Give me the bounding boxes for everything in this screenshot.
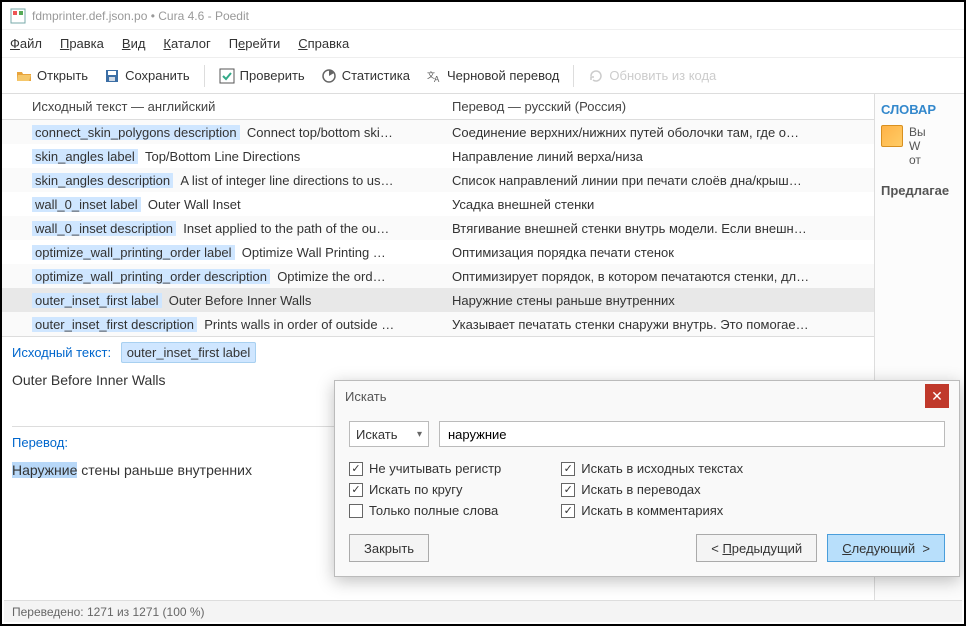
find-dialog: Искать ✕ Искать ▾ ✓Не учитывать регистр … (334, 380, 960, 577)
menu-edit[interactable]: Правка (60, 36, 104, 51)
save-button[interactable]: Сохранить (98, 64, 196, 88)
source-key: outer_inset_first label (121, 342, 257, 363)
menu-catalog[interactable]: Каталог (163, 36, 210, 51)
chevron-down-icon: ▾ (417, 429, 422, 440)
find-prev-button[interactable]: < Предыдущий (696, 534, 817, 562)
folder-open-icon (16, 68, 32, 84)
suggest-heading: Предлагае (881, 183, 958, 198)
check-button[interactable]: Проверить (213, 64, 311, 88)
find-next-button[interactable]: Следующий > (827, 534, 945, 562)
menu-help[interactable]: Справка (298, 36, 349, 51)
dictionary-heading: СЛОВАР (881, 102, 958, 117)
floppy-icon (104, 68, 120, 84)
table-row[interactable]: skin_angles label Top/Bottom Line Direct… (2, 144, 874, 168)
svg-text:A: A (434, 75, 440, 84)
translate-icon: 文A (426, 68, 442, 84)
update-button: Обновить из кода (582, 64, 722, 88)
check-icon (219, 68, 235, 84)
pretranslate-button[interactable]: 文A Черновой перевод (420, 64, 565, 88)
table-row[interactable]: outer_inset_first label Outer Before Inn… (2, 288, 874, 312)
find-input[interactable] (439, 421, 945, 447)
check-in-trans[interactable]: ✓Искать в переводах (561, 482, 743, 497)
find-title: Искать (345, 389, 387, 404)
refresh-icon (588, 68, 604, 84)
open-button[interactable]: Открыть (10, 64, 94, 88)
dict-icon (881, 125, 903, 147)
table-header: Исходный текст — английский Перевод — ру… (2, 94, 874, 120)
table-row[interactable]: optimize_wall_printing_order label Optim… (2, 240, 874, 264)
col-source[interactable]: Исходный текст — английский (2, 99, 442, 114)
source-label: Исходный текст: (12, 345, 111, 360)
find-close-button[interactable]: Закрыть (349, 534, 429, 562)
check-whole[interactable]: Только полные слова (349, 503, 501, 518)
find-mode-select[interactable]: Искать ▾ (349, 421, 429, 447)
close-button[interactable]: ✕ (925, 384, 949, 408)
table-row[interactable]: optimize_wall_printing_order description… (2, 264, 874, 288)
toolbar-separator (573, 65, 574, 87)
statusbar: Переведено: 1271 из 1271 (100 %) (4, 600, 962, 622)
menu-go[interactable]: Перейти (229, 36, 281, 51)
table-row[interactable]: connect_skin_polygons description Connec… (2, 120, 874, 144)
menubar: Файл Правка Вид Каталог Перейти Справка (2, 30, 964, 58)
check-in-source[interactable]: ✓Искать в исходных текстах (561, 461, 743, 476)
toolbar: Открыть Сохранить Проверить Статистика 文… (2, 58, 964, 94)
menu-file[interactable]: Файл (10, 36, 42, 51)
check-wrap[interactable]: ✓Искать по кругу (349, 482, 501, 497)
menu-view[interactable]: Вид (122, 36, 146, 51)
titlebar: fdmprinter.def.json.po • Cura 4.6 - Poed… (2, 2, 964, 30)
table-row[interactable]: outer_inset_first description Prints wal… (2, 312, 874, 336)
col-translation[interactable]: Перевод — русский (Россия) (442, 99, 874, 114)
window-title: fdmprinter.def.json.po • Cura 4.6 - Poed… (32, 9, 249, 23)
pie-icon (321, 68, 337, 84)
status-text: Переведено: 1271 из 1271 (100 %) (12, 605, 205, 619)
close-icon: ✕ (931, 388, 943, 405)
table-row[interactable]: wall_0_inset label Outer Wall InsetУсадк… (2, 192, 874, 216)
stats-button[interactable]: Статистика (315, 64, 416, 88)
app-icon (10, 8, 26, 24)
check-in-comments[interactable]: ✓Искать в комментариях (561, 503, 743, 518)
table-row[interactable]: skin_angles description A list of intege… (2, 168, 874, 192)
toolbar-separator (204, 65, 205, 87)
translation-label: Перевод: (12, 435, 68, 450)
table-row[interactable]: wall_0_inset description Inset applied t… (2, 216, 874, 240)
check-ignore-case[interactable]: ✓Не учитывать регистр (349, 461, 501, 476)
